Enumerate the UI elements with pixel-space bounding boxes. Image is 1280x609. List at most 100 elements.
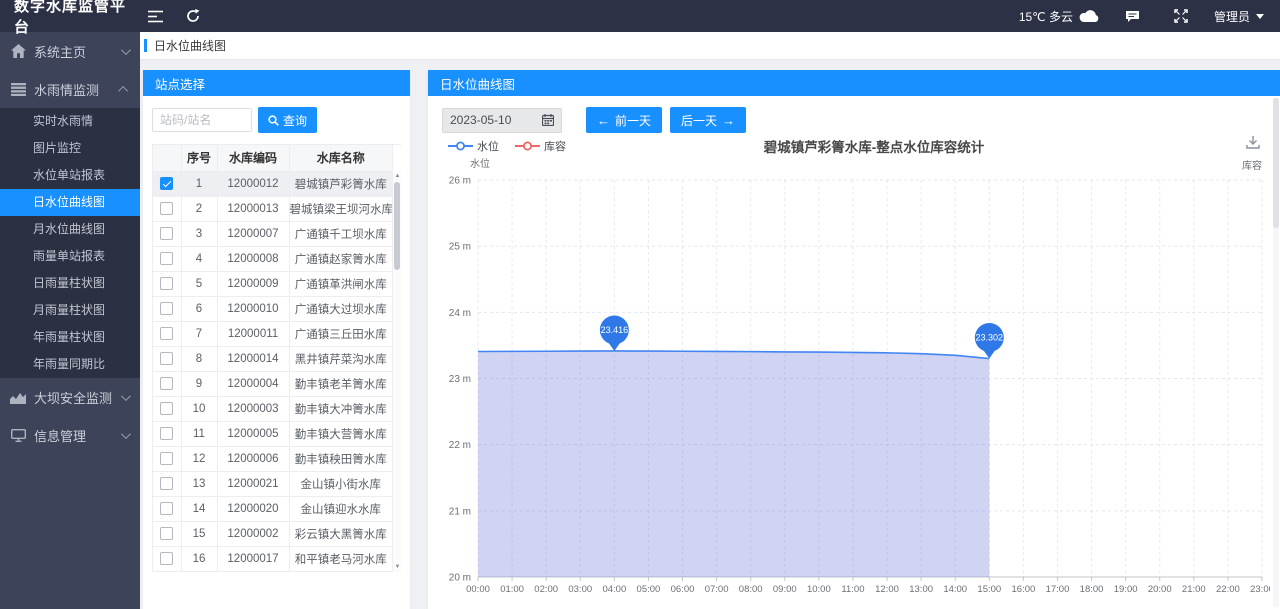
row-checkbox[interactable] (160, 177, 173, 190)
row-index: 15 (181, 521, 217, 546)
breadcrumb-accent-bar (144, 39, 147, 52)
row-checkbox[interactable] (160, 227, 173, 240)
sidebar-item[interactable]: 水位单站报表 (0, 162, 140, 189)
table-row: 212000013碧城镇梁王坝河水库 (153, 196, 393, 221)
sidebar-item[interactable]: 年雨量柱状图 (0, 324, 140, 351)
sidebar-group-2[interactable]: 大坝安全监测 (0, 378, 140, 416)
sidebar-item[interactable]: 月雨量柱状图 (0, 297, 140, 324)
row-code: 12000005 (217, 421, 289, 446)
panel-scrollbar[interactable] (1273, 98, 1279, 607)
table-row: 1012000003勤丰镇大冲箐水库 (153, 396, 393, 421)
breadcrumb-title: 日水位曲线图 (154, 37, 226, 54)
svg-text:23 m: 23 m (449, 374, 471, 385)
table-row: 312000007广通镇千工坝水库 (153, 221, 393, 246)
row-code: 12000010 (217, 296, 289, 321)
scrollbar-thumb[interactable] (394, 182, 400, 270)
col-code: 水库编码 (217, 145, 289, 171)
table-row: 1512000002彩云镇大黑箐水库 (153, 521, 393, 546)
row-code: 12000003 (217, 396, 289, 421)
row-index: 9 (181, 371, 217, 396)
svg-text:26 m: 26 m (449, 176, 471, 187)
panel-scrollbar-thumb[interactable] (1273, 98, 1279, 228)
svg-text:04:00: 04:00 (602, 584, 626, 595)
fullscreen-icon[interactable] (1166, 0, 1196, 32)
message-icon[interactable] (1118, 0, 1148, 32)
sidebar-item-active[interactable]: 日水位曲线图 (0, 189, 140, 216)
sidebar-group-3[interactable]: 信息管理 (0, 416, 140, 454)
search-button[interactable]: 查询 (258, 107, 317, 133)
row-checkbox[interactable] (160, 452, 173, 465)
row-checkbox[interactable] (160, 302, 173, 315)
scroll-up-icon[interactable]: ▲ (393, 172, 402, 181)
svg-text:20:00: 20:00 (1148, 584, 1172, 595)
row-code: 12000004 (217, 371, 289, 396)
table-row: 1212000006勤丰镇秧田箐水库 (153, 446, 393, 471)
sidebar-item[interactable]: 实时水雨情 (0, 108, 140, 135)
next-day-button[interactable]: 后一天 → (670, 107, 746, 133)
dam-icon (10, 389, 26, 405)
row-checkbox[interactable] (160, 377, 173, 390)
row-index: 3 (181, 221, 217, 246)
row-checkbox[interactable] (160, 252, 173, 265)
row-checkbox[interactable] (160, 402, 173, 415)
user-menu[interactable]: 管理员 (1214, 8, 1264, 25)
scroll-down-icon[interactable]: ▼ (393, 563, 402, 572)
sidebar-item[interactable]: 年雨量同期比 (0, 351, 140, 378)
row-name: 和平镇老马河水库 (289, 546, 393, 571)
refresh-icon[interactable] (178, 0, 208, 32)
svg-text:21 m: 21 m (449, 506, 471, 517)
date-value: 2023-05-10 (450, 113, 542, 127)
svg-text:06:00: 06:00 (671, 584, 695, 595)
table-scrollbar[interactable]: ▲ ▼ (392, 172, 401, 572)
row-name: 广通镇大过坝水库 (289, 296, 393, 321)
sidebar-item[interactable]: 月水位曲线图 (0, 216, 140, 243)
svg-text:21:00: 21:00 (1182, 584, 1206, 595)
row-index: 8 (181, 346, 217, 371)
sidebar-item[interactable]: 图片监控 (0, 135, 140, 162)
svg-text:02:00: 02:00 (534, 584, 558, 595)
sidebar-submenu: 实时水雨情图片监控水位单站报表日水位曲线图月水位曲线图雨量单站报表日雨量柱状图月… (0, 108, 140, 378)
row-checkbox[interactable] (160, 277, 173, 290)
sidebar-item[interactable]: 雨量单站报表 (0, 243, 140, 270)
water-level-chart[interactable]: 20 m21 m22 m23 m24 m25 m26 m00:0001:0002… (440, 155, 1270, 609)
sidebar-item[interactable]: 日雨量柱状图 (0, 270, 140, 297)
row-checkbox[interactable] (160, 552, 173, 565)
row-name: 碧城镇梁王坝河水库 (289, 196, 393, 221)
previous-day-button[interactable]: ← 前一天 (586, 107, 662, 133)
table-row: 1112000005勤丰镇大营箐水库 (153, 421, 393, 446)
row-index: 5 (181, 271, 217, 296)
user-name: 管理员 (1214, 8, 1250, 25)
row-checkbox[interactable] (160, 477, 173, 490)
svg-text:23.416: 23.416 (601, 325, 629, 335)
row-name: 广通镇三丘田水库 (289, 321, 393, 346)
row-code: 12000008 (217, 246, 289, 271)
row-checkbox[interactable] (160, 352, 173, 365)
svg-text:08:00: 08:00 (739, 584, 763, 595)
sidebar-group-0[interactable]: 系统主页 (0, 32, 140, 70)
svg-text:17:00: 17:00 (1046, 584, 1070, 595)
station-selection-panel: 站点选择 查询 序号 水库编码 水库名称 (143, 70, 410, 609)
svg-text:15:00: 15:00 (977, 584, 1001, 595)
row-checkbox[interactable] (160, 427, 173, 440)
monitor-icon (10, 427, 26, 443)
table-row: 812000014黑井镇芹菜沟水库 (153, 346, 393, 371)
row-checkbox[interactable] (160, 327, 173, 340)
collapse-sidebar-icon[interactable] (140, 0, 170, 32)
station-search-input[interactable] (152, 108, 252, 132)
date-picker[interactable]: 2023-05-10 (442, 108, 562, 133)
svg-text:10:00: 10:00 (807, 584, 831, 595)
row-checkbox[interactable] (160, 502, 173, 515)
chart-panel-header: 日水位曲线图 (428, 70, 1280, 96)
row-checkbox[interactable] (160, 527, 173, 540)
row-name: 金山镇迎水水库 (289, 496, 393, 521)
row-index: 10 (181, 396, 217, 421)
arrow-left-icon: ← (597, 113, 610, 128)
sidebar-group-1[interactable]: 水雨情监测 (0, 70, 140, 108)
download-icon[interactable] (1246, 136, 1260, 154)
row-checkbox[interactable] (160, 202, 173, 215)
svg-text:00:00: 00:00 (466, 584, 490, 595)
row-index: 11 (181, 421, 217, 446)
svg-text:05:00: 05:00 (637, 584, 661, 595)
sidebar-group-label: 系统主页 (34, 42, 121, 61)
row-code: 12000012 (217, 171, 289, 196)
